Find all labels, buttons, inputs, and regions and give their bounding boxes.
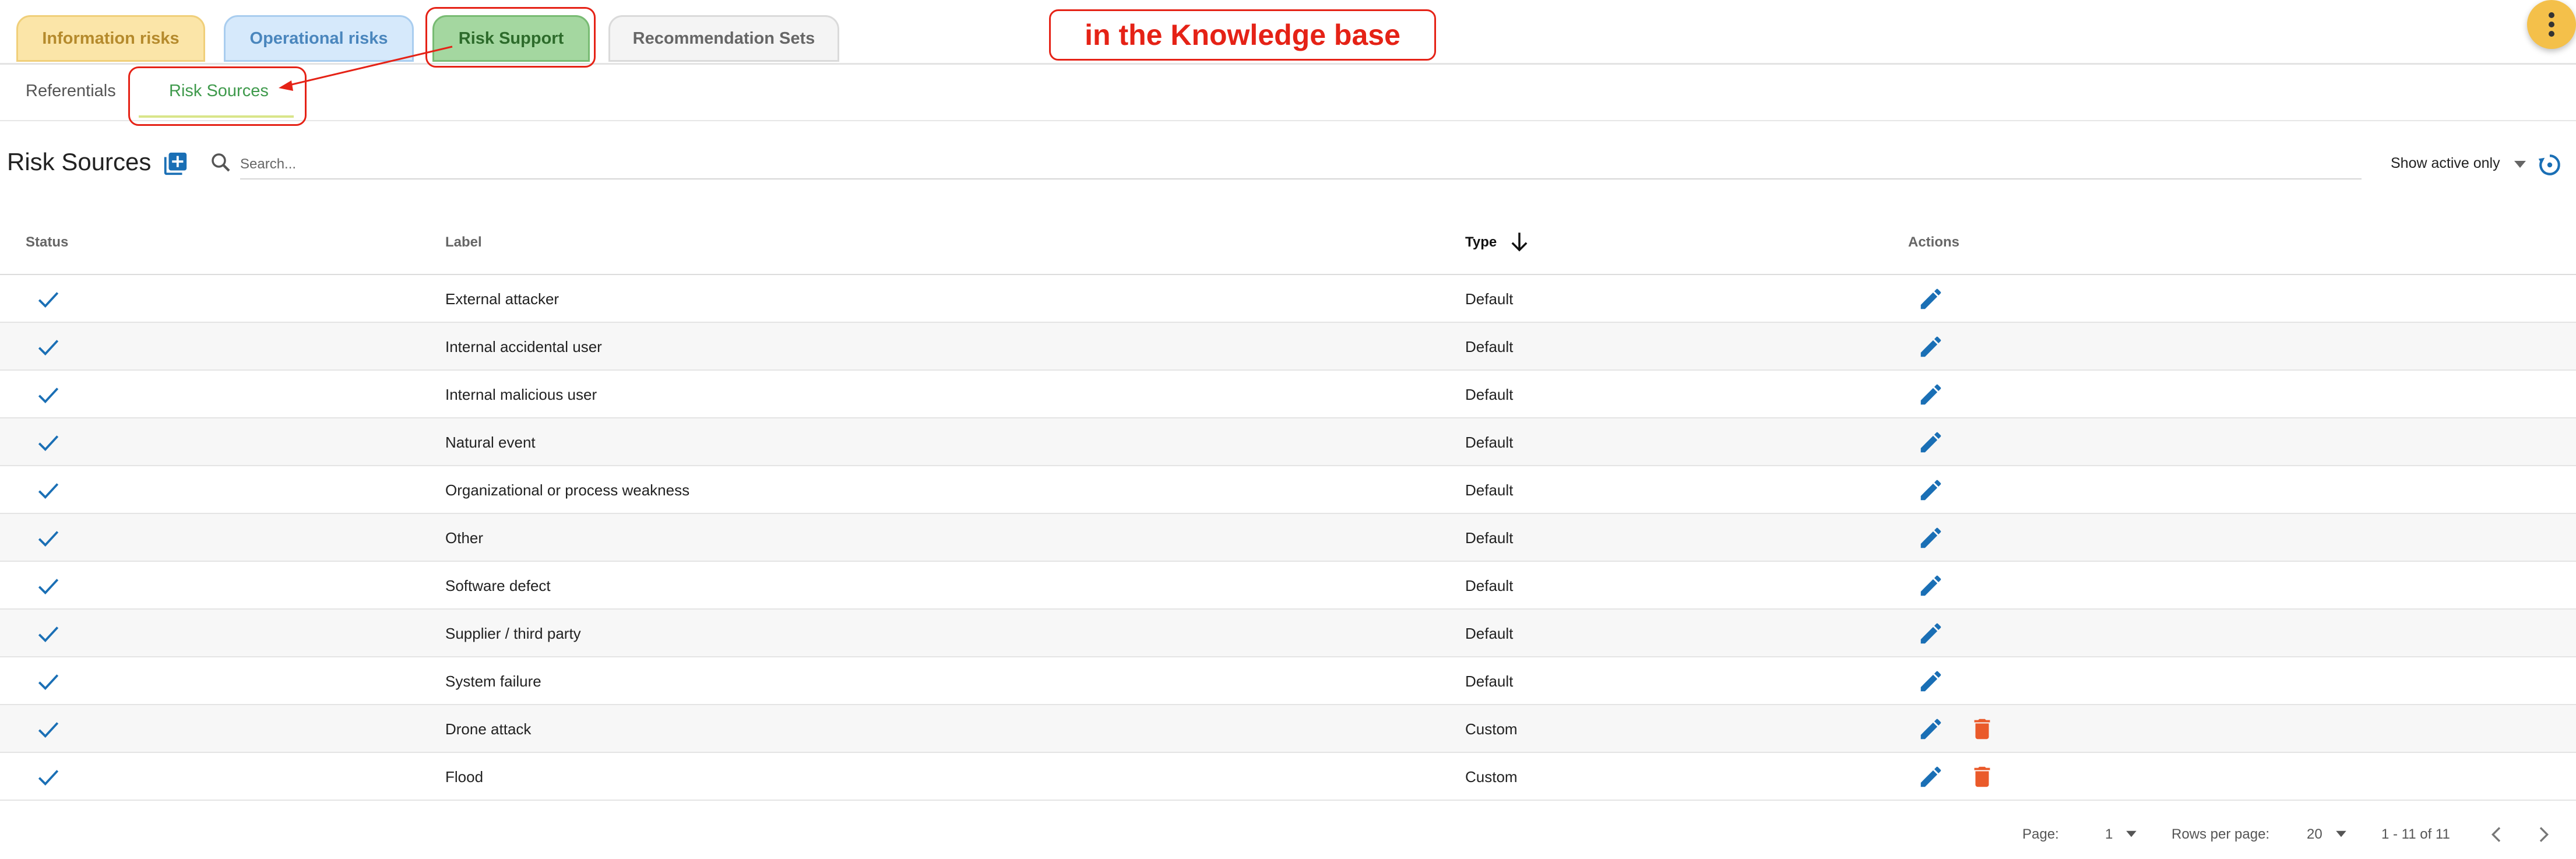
row-type: Default — [1465, 386, 1514, 403]
edit-pencil-icon — [1917, 524, 1944, 551]
check-icon — [36, 717, 61, 741]
check-icon — [36, 430, 61, 455]
row-type: Default — [1465, 577, 1514, 594]
table-row[interactable]: Natural event Default — [0, 418, 2576, 466]
table-row[interactable]: Internal accidental user Default — [0, 323, 2576, 371]
edit-pencil-icon — [1917, 381, 1944, 408]
table-row[interactable]: Flood Custom — [0, 753, 2576, 801]
row-type: Default — [1465, 481, 1514, 499]
page-label: Page: — [2022, 826, 2059, 842]
edit-pencil-icon — [1917, 333, 1944, 360]
row-label: Drone attack — [445, 720, 532, 738]
library-add-icon — [164, 152, 187, 175]
row-type: Default — [1465, 529, 1514, 547]
rows-chevron-down-icon[interactable] — [2335, 830, 2348, 838]
edit-button[interactable] — [1917, 429, 1944, 456]
check-icon — [36, 526, 61, 550]
row-label: System failure — [445, 673, 541, 690]
table-row[interactable]: Drone attack Custom — [0, 705, 2576, 753]
check-icon — [36, 287, 61, 311]
table-row[interactable]: Software defect Default — [0, 562, 2576, 610]
trash-icon — [1969, 763, 1996, 790]
edit-button[interactable] — [1917, 572, 1944, 599]
page-select[interactable]: 1 — [2105, 826, 2113, 843]
row-label: Organizational or process weakness — [445, 481, 690, 499]
column-header-actions: Actions — [1908, 234, 1960, 250]
reset-icon — [2538, 154, 2560, 175]
edit-button[interactable] — [1917, 716, 1944, 742]
edit-button[interactable] — [1917, 763, 1944, 790]
delete-button[interactable] — [1969, 763, 1996, 790]
row-type: Default — [1465, 290, 1514, 308]
search-input[interactable] — [240, 150, 2362, 179]
sort-descending-icon[interactable] — [1507, 230, 1532, 254]
active-filter-select[interactable]: Show active only — [2391, 155, 2500, 172]
row-type: Custom — [1465, 768, 1518, 786]
check-icon — [36, 382, 61, 407]
check-icon — [36, 621, 61, 646]
row-type: Default — [1465, 673, 1514, 690]
row-label: External attacker — [445, 290, 559, 308]
table-row[interactable]: External attacker Default — [0, 275, 2576, 323]
edit-pencil-icon — [1917, 620, 1944, 647]
row-label: Internal malicious user — [445, 386, 597, 403]
table-row[interactable]: Supplier / third party Default — [0, 610, 2576, 657]
table-row[interactable]: Internal malicious user Default — [0, 371, 2576, 418]
edit-button[interactable] — [1917, 668, 1944, 695]
reset-filters-button[interactable] — [2538, 153, 2562, 177]
column-header-label[interactable]: Label — [445, 234, 482, 251]
column-header-status[interactable]: Status — [26, 234, 68, 251]
previous-page-icon[interactable] — [2485, 823, 2508, 846]
rows-per-page-label: Rows per page: — [2172, 826, 2270, 842]
page-title: Risk Sources — [7, 148, 152, 175]
check-icon — [36, 669, 61, 693]
table-row[interactable]: System failure Default — [0, 657, 2576, 705]
rows-per-page-select[interactable]: 20 — [2307, 826, 2322, 843]
edit-pencil-icon — [1917, 668, 1944, 695]
table-row[interactable]: Other Default — [0, 514, 2576, 562]
edit-button[interactable] — [1917, 477, 1944, 504]
row-type: Default — [1465, 434, 1514, 451]
row-label: Internal accidental user — [445, 338, 602, 355]
edit-pencil-icon — [1917, 477, 1944, 504]
delete-button[interactable] — [1969, 716, 1996, 742]
pagination-range: 1 - 11 of 11 — [2381, 826, 2450, 842]
annotation-arrow — [279, 45, 453, 91]
edit-button[interactable] — [1917, 286, 1944, 312]
edit-button[interactable] — [1917, 381, 1944, 408]
edit-pencil-icon — [1917, 429, 1944, 456]
edit-button[interactable] — [1917, 333, 1944, 360]
row-label: Other — [445, 529, 484, 547]
next-page-icon[interactable] — [2532, 823, 2555, 846]
edit-pencil-icon — [1917, 763, 1944, 790]
row-label: Software defect — [445, 577, 551, 594]
check-icon — [36, 478, 61, 502]
check-icon — [36, 335, 61, 359]
trash-icon — [1969, 716, 1996, 742]
edit-pencil-icon — [1917, 716, 1944, 742]
row-label: Flood — [445, 768, 484, 786]
row-label: Supplier / third party — [445, 625, 581, 642]
check-icon — [36, 573, 61, 598]
row-type: Default — [1465, 625, 1514, 642]
edit-pencil-icon — [1917, 286, 1944, 312]
page-chevron-down-icon[interactable] — [2125, 830, 2138, 838]
row-type: Default — [1465, 338, 1514, 355]
row-label: Natural event — [445, 434, 536, 451]
chevron-down-icon[interactable] — [2513, 160, 2527, 169]
row-type: Custom — [1465, 720, 1518, 738]
search-icon — [209, 150, 233, 175]
edit-button[interactable] — [1917, 620, 1944, 647]
check-icon — [36, 765, 61, 789]
column-header-type[interactable]: Type — [1465, 234, 1497, 251]
edit-button[interactable] — [1917, 524, 1944, 551]
edit-pencil-icon — [1917, 572, 1944, 599]
add-risk-source-button[interactable] — [162, 150, 189, 177]
table-row[interactable]: Organizational or process weakness Defaul… — [0, 466, 2576, 514]
